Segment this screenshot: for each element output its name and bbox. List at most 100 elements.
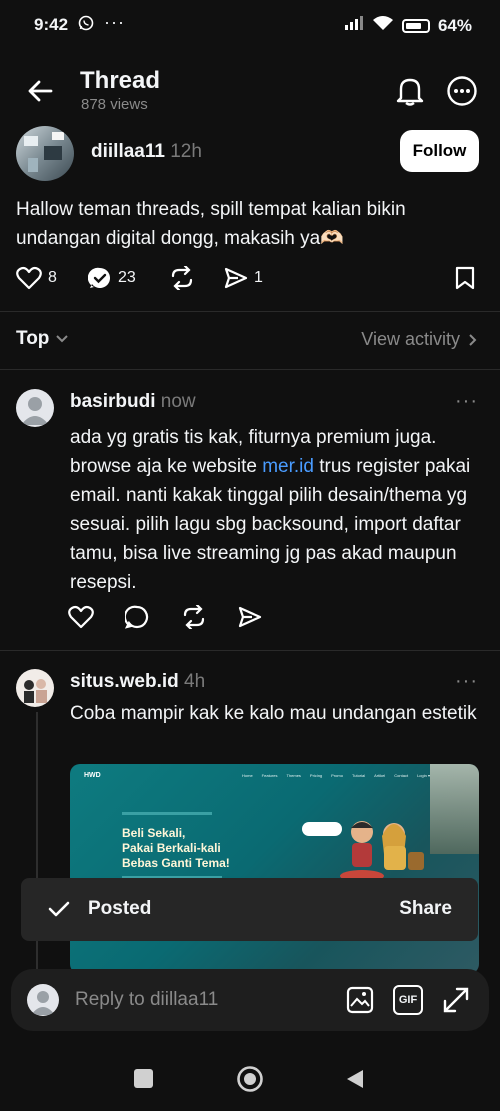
reply-header: basirbudi now [70,391,196,413]
bookmark-button[interactable] [455,266,475,290]
share-count: 1 [254,269,263,286]
reply-text: ada yg gratis tis kak, fiturnya premium … [70,423,480,597]
comment-count: 23 [118,269,136,286]
reply-time: 4h [184,671,206,692]
heart-icon [68,605,94,629]
preview-tag [122,812,212,815]
back-triangle-icon [347,1070,363,1088]
preview-nav: Home Features Themes Pricing Promo Tutorial Ar… [242,773,430,778]
expand-icon [443,987,469,1013]
send-icon [238,606,262,628]
composer-avatar [27,984,59,1016]
post-author-avatar[interactable] [16,126,74,181]
preview-nav-item: Contact [394,773,409,778]
preview-nav-item: Pricing [309,773,323,778]
preview-headline-line: Bebas Ganti Tema! [122,856,230,870]
reply-actions [68,605,268,631]
preview-nav-item: Login ▾ [417,773,430,778]
reply-comment-button[interactable] [125,605,149,629]
divider [0,650,500,651]
image-icon [346,986,374,1014]
preview-headline-line: Pakai Berkali-kali [122,841,221,855]
repost-icon [171,266,193,290]
view-activity-label: View activity [361,329,460,349]
signal-icon [344,15,364,36]
reply-author-avatar[interactable] [16,669,54,707]
reply-more-button[interactable]: ··· [455,390,478,413]
preview-headline: Beli Sekali, Pakai Berkali-kali Bebas Ga… [122,826,230,871]
expand-button[interactable] [441,985,471,1015]
toast-label: Posted [88,898,152,919]
preview-nav-item: Home [242,773,253,778]
more-circle-icon [447,76,477,106]
chevron-right-icon [469,333,477,346]
sort-dropdown[interactable]: Top [16,328,69,350]
back-arrow-icon [28,80,53,102]
reply-like-button[interactable] [68,605,94,629]
sort-label: Top [16,328,50,349]
reply-author-avatar[interactable] [16,389,54,427]
repost-icon [183,605,205,629]
preview-nav-item: Promo [331,773,343,778]
preview-nav-item: Artikel [374,773,386,778]
post-time: 12h [170,141,202,162]
notifications-button[interactable] [393,74,427,108]
home-button[interactable] [236,1065,264,1098]
like-count: 8 [48,269,57,286]
preview-logo: HWD [84,772,101,779]
check-icon [48,901,70,917]
comment-button[interactable]: 23 [88,266,136,290]
comment-check-icon [88,267,110,288]
status-time: 9:42 [34,15,69,34]
more-notifications-icon: ··· [104,12,125,32]
attach-image-button[interactable] [345,985,375,1015]
reply-text: Coba mampir kak ke kalo mau undangan est… [70,703,477,724]
reply-time: now [160,391,196,412]
battery-icon [401,18,430,33]
system-nav-bar [0,1045,500,1111]
back-button[interactable] [24,76,56,106]
share-button[interactable]: 1 [224,266,263,290]
reply-repost-button[interactable] [181,605,207,629]
view-count: 878 views [81,96,148,113]
follow-button[interactable]: Follow [400,130,479,172]
reply-username[interactable]: situs.web.id [70,671,179,692]
preview-couple-illustration [340,821,424,882]
preview-nav-item: Tutorial [351,773,366,778]
whatsapp-icon [78,15,94,36]
home-circle-icon [237,1066,263,1092]
preview-headline-line: Beli Sekali, [122,826,186,840]
post-author-username[interactable]: diillaa11 [91,141,165,162]
reply-share-button[interactable] [238,605,262,629]
website-preview-image[interactable]: HWD Home Features Themes Pricing Promo Tutori… [70,764,479,974]
view-activity-link[interactable]: View activity [361,329,478,350]
preview-nav-item: Themes [286,773,301,778]
post-text: Hallow teman threads, spill tempat kalia… [16,199,406,249]
repost-button[interactable] [169,266,195,290]
wifi-icon [372,15,394,36]
preview-nav-item: Features [261,773,278,778]
status-bar: 9:42 ··· 64% [0,0,500,52]
chevron-down-icon [56,335,69,343]
page-title: Thread [80,67,161,94]
divider [0,311,500,312]
reply-composer[interactable]: Reply to diillaa11 GIF [11,969,489,1031]
divider [0,369,500,370]
reply-header: situs.web.id 4h [70,671,205,693]
reply-more-button[interactable]: ··· [455,670,478,693]
back-nav-button[interactable] [345,1068,365,1095]
post-actions: 8 23 1 [16,266,486,294]
bell-icon [396,78,424,106]
more-options-button[interactable] [445,74,479,108]
gif-button[interactable]: GIF [393,985,423,1015]
bookmark-icon [455,266,475,290]
reply-username[interactable]: basirbudi [70,391,156,412]
mer-id-link[interactable]: mer.id [262,456,314,477]
heart-icon [16,266,42,290]
recents-button[interactable] [134,1069,153,1088]
battery-level: 64% [437,15,472,35]
toast-share-button[interactable]: Share [399,898,452,920]
post-author-row: diillaa11 12h [91,141,202,163]
like-button[interactable]: 8 [16,266,57,290]
reply-input[interactable]: Reply to diillaa11 [75,989,218,1011]
